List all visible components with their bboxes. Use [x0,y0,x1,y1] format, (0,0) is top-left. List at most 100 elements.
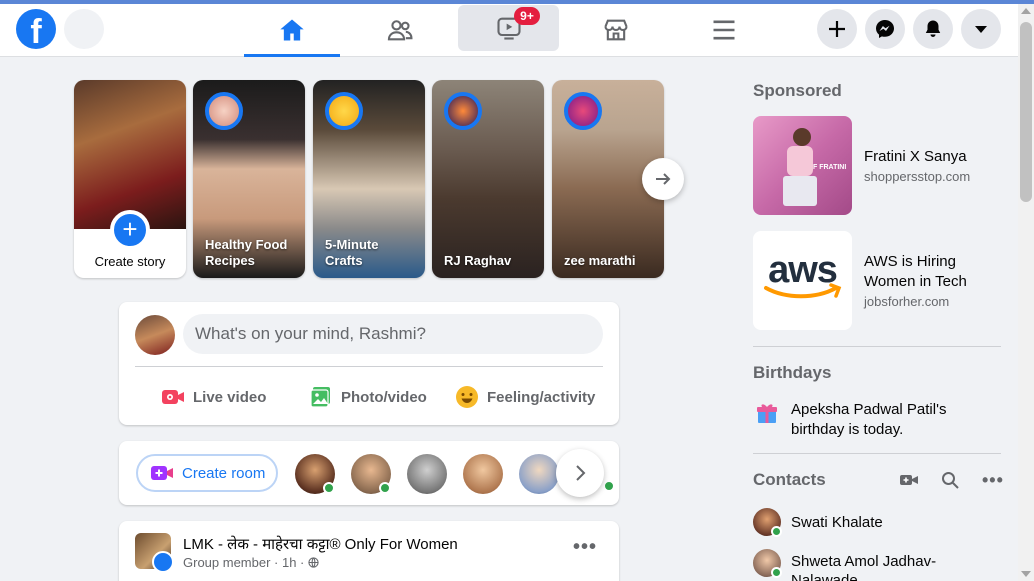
whats-on-your-mind-input[interactable]: What's on your mind, Rashmi? [183,314,603,354]
nav-friends-tab[interactable] [352,4,448,56]
notifications-button[interactable] [913,9,953,49]
ad-image-fratini[interactable]: F FRATINI [753,116,852,215]
caret-down-icon [975,26,987,33]
post-composer: What's on your mind, Rashmi? Live video … [119,302,619,425]
ad-title[interactable]: AWS is Hiring Women in Tech [864,252,994,292]
ad-url: shoppersstop.com [864,169,971,184]
bell-icon [925,20,941,37]
ad-url: jobsforher.com [864,294,950,309]
ad-brand-text: F FRATINI [813,164,847,171]
model-figure [787,146,813,176]
ad-image-aws[interactable]: aws [753,231,852,330]
sidebar-divider [753,346,1001,347]
marketplace-icon [604,19,628,41]
composer-divider [135,366,603,367]
nav-menu-tab[interactable] [676,4,772,56]
online-indicator [771,567,782,578]
search-contacts-icon[interactable] [941,471,959,494]
nav-marketplace-tab[interactable] [568,4,664,56]
rooms-bar: Create room [119,441,619,505]
feeling-activity-label: Feeling/activity [487,388,596,406]
member-avatar[interactable] [152,551,174,573]
page-scrollbar[interactable] [1018,4,1034,581]
profile-photo [74,80,186,229]
home-icon [280,19,304,41]
post-options-button[interactable]: ••• [569,535,601,567]
post-meta: Group member · 1h · [183,555,319,570]
photo-icon [310,387,330,408]
story-label: 5-Minute Crafts [325,237,379,268]
new-room-video-icon[interactable] [900,471,918,494]
room-contact-avatar[interactable] [463,454,503,494]
messenger-button[interactable] [865,9,905,49]
video-plus-icon [151,466,173,480]
user-avatar[interactable] [135,315,175,355]
contact-item[interactable]: Shweta Amol Jadhav-Nalawade [753,549,961,581]
messenger-icon [876,20,894,38]
aws-smile-icon [764,283,842,299]
contact-avatar [753,508,782,537]
story-avatar [325,92,363,130]
birthday-text[interactable]: Apeksha Padwal Patil's birthday is today… [791,400,981,440]
post-group-name[interactable]: LMK - लेक - माहेरचा कट्टा® Only For Wome… [183,534,458,554]
feeling-activity-button[interactable]: Feeling/activity [455,382,595,412]
room-contact-avatar[interactable] [407,454,447,494]
online-indicator [603,480,615,492]
scroll-down-arrow-icon[interactable] [1021,571,1031,577]
create-story-card[interactable]: + Create story [74,80,186,278]
search-button[interactable] [64,9,104,49]
live-video-button[interactable]: Live video [161,382,266,412]
story-label: RJ Raghav [444,253,512,268]
top-navigation-bar: f 9+ [0,4,1018,57]
add-story-plus-icon[interactable]: + [110,210,150,250]
watch-notification-badge: 9+ [514,7,540,25]
hamburger-menu-icon [713,20,735,40]
nav-home-tab[interactable] [244,4,340,57]
online-indicator [379,482,391,494]
create-button[interactable] [817,9,857,49]
logo-letter: f [30,13,42,49]
model-figure [783,176,817,206]
sidebar-divider [753,453,1001,454]
contact-item[interactable]: Swati Khalate [753,508,883,537]
online-indicator [323,482,335,494]
story-label: zee marathi [564,253,636,268]
room-contact-avatar[interactable] [351,454,391,494]
feed-post: LMK - लेक - माहेरचा कट्टा® Only For Wome… [119,521,619,581]
plus-icon [829,21,845,37]
story-avatar [205,92,243,130]
rooms-next-button[interactable] [556,449,604,497]
story-label: Healthy Food Recipes [205,237,288,268]
story-card[interactable]: Healthy Food Recipes [193,80,305,278]
online-indicator [771,526,782,537]
friends-icon [387,20,413,41]
contacts-heading: Contacts [753,470,826,489]
facebook-logo[interactable]: f [16,9,56,49]
birthdays-heading: Birthdays [753,363,832,382]
photo-video-button[interactable]: Photo/video [309,382,427,412]
nav-watch-tab[interactable]: 9+ [458,5,559,51]
contacts-options-icon[interactable]: ••• [982,470,1004,491]
model-figure [793,128,811,146]
story-card[interactable]: 5-Minute Crafts [313,80,425,278]
account-menu-button[interactable] [961,9,1001,49]
room-contact-avatar[interactable] [295,454,335,494]
photo-video-label: Photo/video [341,388,427,406]
ad-title[interactable]: Fratini X Sanya [864,147,967,167]
room-contact-avatar[interactable] [519,454,559,494]
create-story-label: Create story [94,254,166,269]
scrollbar-thumb[interactable] [1020,22,1032,202]
chevron-right-icon [576,465,586,481]
contact-name: Shweta Amol Jadhav-Nalawade [791,553,937,581]
story-avatar [444,92,482,130]
live-video-label: Live video [193,388,267,406]
arrow-right-icon [656,173,671,185]
sponsored-heading: Sponsored [753,81,842,100]
create-room-button[interactable]: Create room [136,454,278,492]
stories-next-button[interactable] [642,158,684,200]
live-video-icon [162,390,184,404]
story-card[interactable]: RJ Raghav [432,80,544,278]
contact-avatar [753,549,782,578]
scroll-up-arrow-icon[interactable] [1021,8,1031,14]
contact-name: Swati Khalate [791,514,883,531]
